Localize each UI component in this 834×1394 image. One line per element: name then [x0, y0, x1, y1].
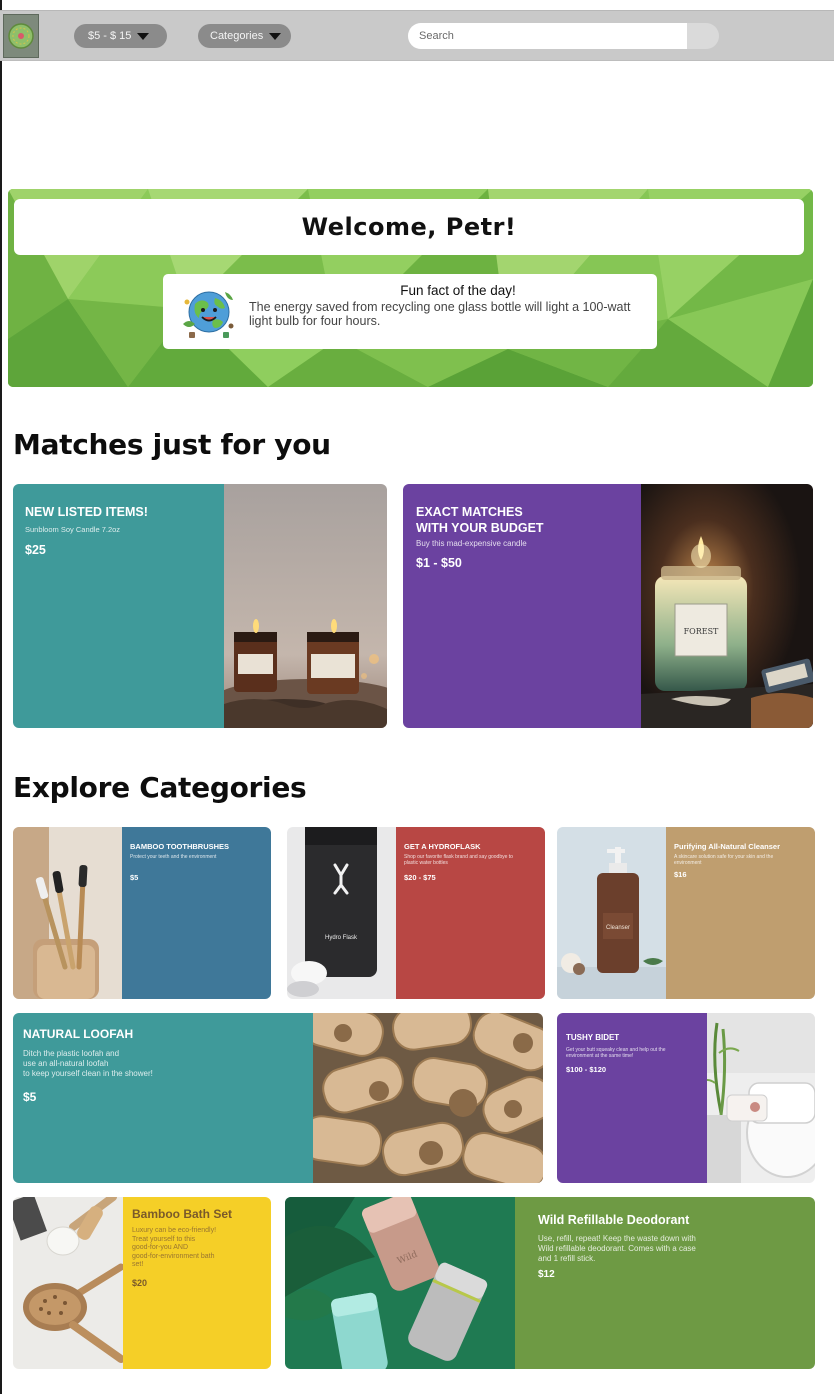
card-price: $20 - $75 — [404, 873, 436, 882]
card-text-panel: NATURAL LOOFAH Ditch the plastic loofah … — [13, 1013, 313, 1183]
card-description-line: set! — [132, 1261, 144, 1268]
card-title: Purifying All-Natural Cleanser — [674, 842, 780, 851]
card-description-line: good-for-you AND — [132, 1244, 189, 1251]
card-description: Get your butt squeaky clean and help out… — [566, 1047, 666, 1059]
card-title: BAMBOO TOOTHBRUSHES — [130, 842, 230, 851]
card-description-line: and 1 refill stick. — [538, 1254, 596, 1263]
top-nav-bar: $5 - $ 15 Categories — [0, 10, 834, 61]
exact-matches-card[interactable]: EXACT MATCHES WITH YOUR BUDGET Buy this … — [403, 484, 813, 728]
card-description: Buy this mad-expensive candle — [416, 539, 527, 548]
card-description-line: Luxury can be eco-friendly! — [132, 1227, 217, 1234]
wild-deodorant-card[interactable]: Wild Wild Refillable Deodorant Use, refi… — [285, 1197, 815, 1369]
categories-dropdown[interactable]: Categories — [198, 24, 291, 48]
fun-fact-body: The energy saved from recycling one glas… — [249, 300, 631, 328]
card-title: Wild Refillable Deodorant — [538, 1213, 690, 1227]
card-price: $16 — [674, 870, 687, 879]
card-title: NEW LISTED ITEMS! — [25, 505, 148, 519]
card-price: $1 - $50 — [416, 556, 462, 570]
matches-heading: Matches just for you — [13, 428, 331, 461]
bath-brushes-photo — [13, 1197, 123, 1369]
card-description-line: use an all-natural loofah — [23, 1059, 109, 1068]
card-price: $20 — [132, 1278, 148, 1288]
card-description-line: Treat yourself to this — [132, 1235, 196, 1243]
card-text-panel: Wild Refillable Deodorant Use, refill, r… — [515, 1197, 815, 1369]
card-title: NATURAL LOOFAH — [23, 1027, 134, 1041]
card-description: Use, refill, repeat! Keep the waste down… — [538, 1234, 696, 1264]
bottle-label: Hydro Flask — [325, 935, 358, 941]
card-text-panel: Bamboo Bath Set Luxury can be eco-friend… — [123, 1197, 271, 1369]
bidet-photo — [707, 1013, 815, 1183]
card-description-line: Ditch the plastic loofah and — [23, 1049, 120, 1058]
card-description: Ditch the plastic loofah and use an all-… — [23, 1049, 153, 1079]
cleanser-card[interactable]: Cleanser Purifying All-Natural Cleanser … — [557, 827, 815, 999]
search-bar — [408, 23, 719, 49]
card-description: Protect your teeth and the environment — [130, 854, 217, 860]
card-price: $12 — [538, 1269, 555, 1280]
smiling-earth-icon — [183, 291, 234, 338]
card-description-line: Wild refillable deodorant. Comes with a … — [538, 1244, 696, 1253]
card-title: EXACT MATCHES WITH YOUR BUDGET — [416, 504, 544, 536]
two-candles-photo — [224, 484, 387, 728]
forest-candle-photo: FOREST — [641, 484, 813, 728]
bottle-label: Cleanser — [606, 925, 630, 931]
bamboo-toothbrushes-card[interactable]: BAMBOO TOOTHBRUSHES Protect your teeth a… — [13, 827, 271, 999]
hydroflask-card[interactable]: Hydro Flask GET A HYDROFLASK Shop our fa… — [287, 827, 545, 999]
card-title: GET A HYDROFLASK — [404, 842, 481, 851]
loofah-photo — [313, 1013, 543, 1183]
price-filter-label: $5 - $ 15 — [88, 30, 132, 42]
categories-label: Categories — [210, 30, 264, 42]
card-price: $5 — [130, 873, 139, 882]
window-edge — [0, 0, 2, 1394]
card-text-panel: BAMBOO TOOTHBRUSHES Protect your teeth a… — [122, 827, 271, 999]
card-title-line: WITH YOUR BUDGET — [416, 521, 544, 535]
card-title-line: EXACT MATCHES — [416, 505, 523, 519]
card-text-panel: Purifying All-Natural Cleanser A skincar… — [666, 827, 815, 999]
hydroflask-photo: Hydro Flask — [287, 827, 396, 999]
cleanser-bottle-photo: Cleanser — [557, 827, 666, 999]
bamboo-toothbrushes-photo — [13, 827, 122, 999]
explore-heading: Explore Categories — [13, 771, 307, 804]
new-listed-items-card[interactable]: NEW LISTED ITEMS! Sunbloom Soy Candle 7.… — [13, 484, 387, 728]
price-filter-dropdown[interactable]: $5 - $ 15 — [74, 24, 167, 48]
card-text-panel: NEW LISTED ITEMS! Sunbloom Soy Candle 7.… — [13, 484, 224, 728]
card-price: $5 — [23, 1090, 37, 1104]
planet-logo-icon[interactable] — [3, 14, 39, 58]
card-text-panel: GET A HYDROFLASK Shop our favorite flask… — [396, 827, 545, 999]
card-title: Bamboo Bath Set — [132, 1207, 233, 1221]
card-description: Shop our favorite flask brand and say go… — [404, 854, 513, 866]
card-description-line: Use, refill, repeat! Keep the waste down… — [538, 1234, 696, 1243]
tushy-bidet-card[interactable]: TUSHY BIDET Get your butt squeaky clean … — [557, 1013, 815, 1183]
fun-fact-card: Fun fact of the day! The energy saved fr… — [163, 274, 657, 349]
search-input[interactable] — [408, 23, 687, 49]
caret-down-icon — [137, 33, 150, 40]
fun-fact-title: Fun fact of the day! — [400, 283, 516, 298]
card-description-line: good-for-environment bath — [132, 1252, 215, 1260]
card-description-line: to keep yourself clean in the shower! — [23, 1069, 153, 1078]
card-price: $25 — [25, 543, 46, 557]
welcome-heading: Welcome, Petr! — [14, 199, 804, 255]
card-description: Sunbloom Soy Candle 7.2oz — [25, 525, 121, 534]
welcome-banner: Welcome, Petr! Fun fact of the day! The … — [8, 189, 813, 387]
card-text-panel: EXACT MATCHES WITH YOUR BUDGET Buy this … — [403, 484, 641, 728]
card-description: A skincare solution safe for your skin a… — [674, 854, 774, 866]
candle-label: FOREST — [684, 627, 719, 636]
card-price: $100 - $120 — [566, 1065, 607, 1074]
natural-loofah-card[interactable]: NATURAL LOOFAH Ditch the plastic loofah … — [13, 1013, 543, 1183]
deodorant-cases-photo: Wild — [285, 1197, 515, 1369]
bamboo-bath-set-card[interactable]: Bamboo Bath Set Luxury can be eco-friend… — [13, 1197, 271, 1369]
card-description: Luxury can be eco-friendly! Treat yourse… — [132, 1227, 216, 1270]
card-text-panel: TUSHY BIDET Get your butt squeaky clean … — [557, 1013, 707, 1183]
caret-down-icon — [269, 33, 282, 40]
card-title: TUSHY BIDET — [566, 1033, 620, 1042]
